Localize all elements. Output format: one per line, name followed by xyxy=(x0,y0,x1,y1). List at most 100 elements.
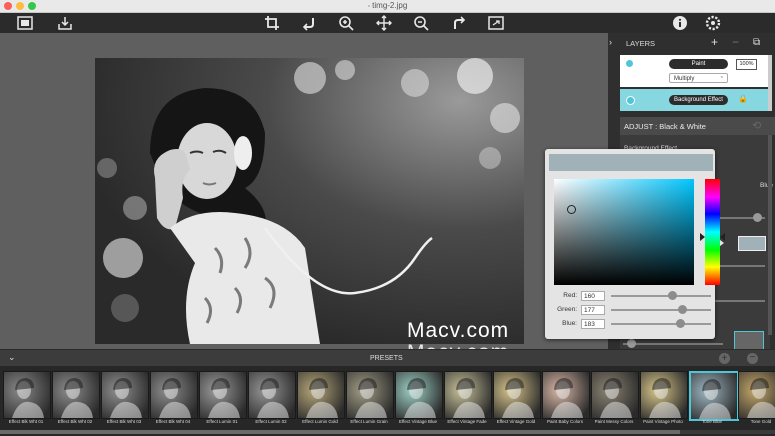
preset-thumbnail[interactable] xyxy=(346,371,394,419)
color-picker-cursor[interactable] xyxy=(567,205,576,214)
presets-scrollbar-thumb[interactable] xyxy=(0,430,680,434)
preset-thumbnail[interactable] xyxy=(689,371,739,421)
layer-name-paint[interactable]: Paint xyxy=(669,59,728,69)
preset-thumbnail[interactable] xyxy=(199,371,247,419)
settings-icon[interactable] xyxy=(705,15,721,31)
duplicate-layer-button[interactable]: ⧉ xyxy=(753,37,760,48)
layer-name-background[interactable]: Background Effect xyxy=(669,95,728,105)
adjust-slider-track-2[interactable] xyxy=(715,265,765,267)
red-label: Red: xyxy=(563,292,577,299)
preset-thumbnail[interactable] xyxy=(542,371,590,419)
dropdown-arrow-icon: ⌃ xyxy=(719,76,724,82)
layer-opacity-field[interactable]: 100% xyxy=(736,59,757,70)
preset-label: Effect Vintage Fade xyxy=(447,419,487,424)
preset-thumbnail[interactable] xyxy=(493,371,541,419)
title-bar: ▫ timg-2.jpg xyxy=(0,0,775,13)
preset-thumbnail[interactable] xyxy=(248,371,296,419)
blue-field[interactable]: 183 xyxy=(581,319,605,329)
layers-header: LAYERS + − ⧉ xyxy=(620,35,775,51)
info-icon[interactable] xyxy=(672,15,688,31)
preset-label: Tone Gold xyxy=(750,419,772,424)
rotate-right-icon[interactable] xyxy=(451,15,467,31)
preset-label: Paint Messy Colors xyxy=(594,419,634,424)
adjust-slider-track-4[interactable] xyxy=(623,343,723,345)
fit-screen-icon[interactable] xyxy=(488,15,504,31)
preset-label: Effect Vintage Gold xyxy=(496,419,536,424)
texture-thumbnail[interactable] xyxy=(734,331,764,351)
preset-thumbnail[interactable] xyxy=(640,371,688,419)
layer-paint[interactable]: Paint 100% Multiply ⌃ xyxy=(620,55,768,87)
adjust-header: ADJUST : Black & White ⟲ xyxy=(620,117,775,135)
window-title-text: timg-2.jpg xyxy=(372,1,408,10)
remove-layer-button[interactable]: − xyxy=(732,35,739,49)
reset-adjust-icon[interactable]: ⟲ xyxy=(752,119,761,132)
blue-slider[interactable] xyxy=(611,323,711,325)
preset-thumbnail[interactable] xyxy=(52,371,100,419)
preset-thumbnail[interactable] xyxy=(101,371,149,419)
red-slider[interactable] xyxy=(611,295,711,297)
adjust-slider-knob-4[interactable] xyxy=(627,339,636,348)
adjust-scrollbar[interactable] xyxy=(768,135,772,335)
layers-scrollbar[interactable] xyxy=(768,55,772,111)
preset-label: Effect Blk Wht 01 xyxy=(8,419,44,424)
add-preset-button[interactable]: + xyxy=(719,353,730,364)
preset-label: Effect Lumin Grain xyxy=(350,419,388,424)
green-label: Green: xyxy=(557,306,577,313)
save-tray-icon[interactable] xyxy=(57,15,73,31)
blend-mode-select[interactable]: Multiply ⌃ xyxy=(669,73,728,83)
image-frame-icon[interactable] xyxy=(17,15,33,31)
preset-thumbnail[interactable] xyxy=(738,371,775,419)
preset-label: Effect Lumin Gold xyxy=(302,419,338,424)
blue-slider-knob[interactable] xyxy=(676,319,685,328)
presets-bar: ⌄ PRESETS + − xyxy=(0,349,775,367)
red-slider-knob[interactable] xyxy=(668,291,677,300)
toolbar xyxy=(0,13,775,33)
preset-thumbnail[interactable] xyxy=(395,371,443,419)
preset-thumbnail[interactable] xyxy=(150,371,198,419)
layers-title: LAYERS xyxy=(626,39,656,48)
preset-thumbnail[interactable] xyxy=(591,371,639,419)
layer-background-effect[interactable]: Background Effect 🔒 xyxy=(620,89,768,111)
green-slider-knob[interactable] xyxy=(678,305,687,314)
remove-preset-button[interactable]: − xyxy=(747,353,758,364)
hue-marker-left[interactable] xyxy=(700,233,705,241)
preset-label: Effect Blk Wht 03 xyxy=(106,419,142,424)
red-field[interactable]: 160 xyxy=(581,291,605,301)
preset-label: Paint Vintage Photo xyxy=(643,419,683,424)
saturation-brightness-field[interactable] xyxy=(554,179,694,285)
preset-thumbnail[interactable] xyxy=(297,371,345,419)
red-channel-row: Red: 160 xyxy=(549,290,719,302)
presets-title: PRESETS xyxy=(370,355,403,362)
adjust-title: ADJUST : Black & White xyxy=(624,122,706,131)
collapse-panel-icon[interactable]: › xyxy=(609,37,612,47)
blue-label: Blue: xyxy=(562,320,577,327)
zoom-out-icon[interactable] xyxy=(413,15,429,31)
blend-mode-value: Multiply xyxy=(674,76,695,82)
zoom-in-icon[interactable] xyxy=(338,15,354,31)
add-layer-button[interactable]: + xyxy=(711,35,718,49)
rotate-left-icon[interactable] xyxy=(301,15,317,31)
green-field[interactable]: 177 xyxy=(581,305,605,315)
crop-icon[interactable] xyxy=(264,15,280,31)
hue-slider[interactable] xyxy=(700,179,725,285)
lock-icon[interactable]: 🔒 xyxy=(738,94,748,103)
preset-label: Effect Lumin 02 xyxy=(255,419,287,424)
move-icon[interactable] xyxy=(376,15,392,31)
color-well[interactable] xyxy=(738,236,766,251)
color-swatch xyxy=(549,154,713,171)
window-title: ▫ timg-2.jpg xyxy=(0,0,775,12)
green-slider[interactable] xyxy=(611,309,711,311)
preset-label: Effect Blk Wht 02 xyxy=(57,419,93,424)
layer-visibility-dot[interactable] xyxy=(626,60,633,67)
preset-label: Paint Baby Colors xyxy=(546,419,584,424)
collapse-presets-icon[interactable]: ⌄ xyxy=(8,352,16,363)
preset-thumbnail[interactable] xyxy=(3,371,51,419)
preset-thumbnail[interactable] xyxy=(444,371,492,419)
hue-marker-right[interactable] xyxy=(720,233,725,241)
layer-visibility-dot-2[interactable] xyxy=(626,96,635,105)
preset-label: Effect Lumin 01 xyxy=(206,419,238,424)
preset-label: Effect Blk Wht 04 xyxy=(155,419,191,424)
photo-preview[interactable] xyxy=(95,58,524,344)
adjust-slider-knob[interactable] xyxy=(753,213,762,222)
adjust-slider-track-3[interactable] xyxy=(715,300,765,302)
